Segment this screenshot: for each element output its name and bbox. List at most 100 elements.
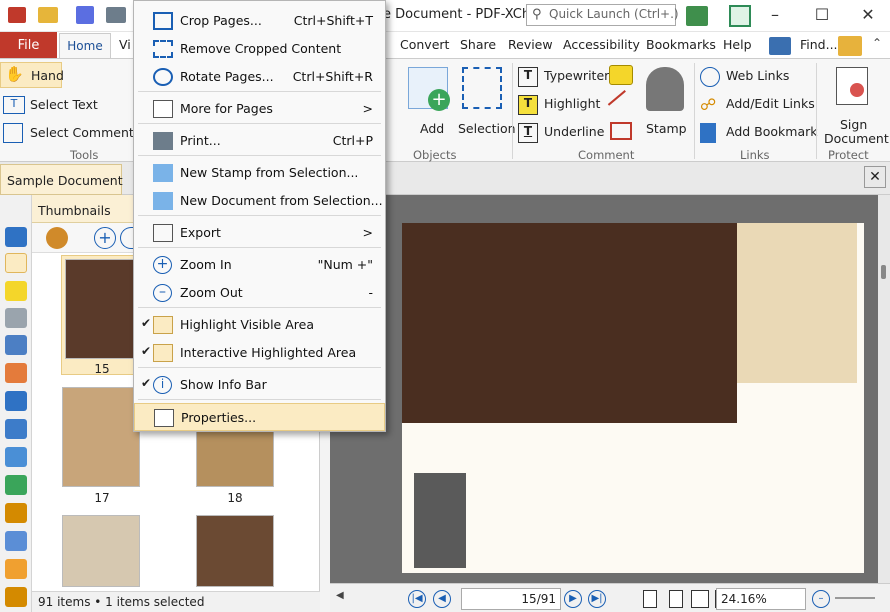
group-links: Links [740, 148, 770, 162]
content-panel-icon[interactable] [5, 419, 27, 439]
close-document-button[interactable]: ✕ [864, 166, 886, 188]
checkmark-icon: ✔ [141, 376, 152, 390]
fullscreen-icon[interactable] [729, 5, 751, 27]
crop-icon [153, 12, 173, 30]
group-comment: Comment [578, 148, 635, 162]
minimize-button[interactable]: – [752, 0, 798, 30]
menu-highlight-visible-area[interactable]: ✔ Highlight Visible Area [134, 311, 385, 339]
tab-share[interactable]: Share [452, 32, 504, 58]
tab-review[interactable]: Review [500, 32, 561, 58]
stamp-label: Stamp [646, 121, 687, 136]
add-button[interactable]: + Add [402, 65, 452, 145]
menu-label: Rotate Pages... [180, 69, 274, 84]
thumbnail-page-19[interactable] [62, 515, 140, 587]
tags-panel-icon[interactable] [5, 447, 27, 467]
next-page-button[interactable]: ▶ [564, 590, 582, 608]
menu-print[interactable]: Print... Ctrl+P [134, 127, 385, 155]
add-edit-links-button[interactable]: ☍ Add/Edit Links [698, 93, 815, 117]
layers-panel-icon[interactable] [5, 391, 27, 411]
thumbnail-page-20[interactable] [196, 515, 274, 587]
menu-shortcut: "Num +" [317, 257, 373, 272]
destinations-panel-icon[interactable] [5, 335, 27, 355]
gear-icon[interactable] [46, 227, 68, 249]
zoom-in-thumbs-button[interactable]: + [94, 227, 116, 249]
scrollbar-thumb[interactable] [881, 265, 886, 279]
menu-more-for-pages[interactable]: More for Pages > [134, 95, 385, 123]
menu-new-document[interactable]: New Document from Selection... [134, 187, 385, 215]
menu-interactive-highlighted-area[interactable]: ✔ Interactive Highlighted Area [134, 339, 385, 367]
zoom-slider[interactable] [835, 597, 875, 599]
attachments-panel-icon[interactable] [5, 308, 27, 328]
page-number-field[interactable]: 15/91 [461, 588, 561, 610]
single-page-icon[interactable] [643, 590, 657, 608]
tab-bookmarks[interactable]: Bookmarks [638, 32, 724, 58]
thumbnails-panel-icon[interactable] [5, 253, 27, 273]
select-comments-button[interactable]: Select Comments [0, 120, 140, 146]
signatures-panel-icon[interactable] [5, 363, 27, 383]
vertical-scrollbar[interactable] [878, 195, 890, 583]
add-label: Add [420, 121, 445, 136]
menu-new-stamp[interactable]: New Stamp from Selection... [134, 159, 385, 187]
layout-icon[interactable] [686, 6, 708, 26]
user-folder-icon[interactable] [838, 36, 862, 56]
zoom-out-button[interactable]: – [812, 590, 830, 608]
page-right [607, 223, 864, 573]
web-links-button[interactable]: Web Links [698, 65, 810, 89]
links-panel-icon[interactable] [5, 503, 27, 523]
globe-icon [700, 67, 720, 87]
quick-launch-search[interactable]: ⚲ Quick Launch (Ctrl+.) [526, 4, 679, 26]
thumbnail-page-17[interactable] [62, 387, 140, 487]
rectangle-icon[interactable] [610, 122, 632, 140]
first-page-button[interactable]: |◀ [408, 590, 426, 608]
menu-show-info-bar[interactable]: ✔ i Show Info Bar [134, 371, 385, 399]
thumbnail-page-15[interactable] [65, 259, 137, 359]
bookmarks-panel-icon[interactable] [5, 227, 27, 247]
properties-panel-icon[interactable] [5, 531, 27, 551]
continuous-icon[interactable] [669, 590, 683, 608]
sign-document-button[interactable]: Sign Document [818, 65, 889, 146]
menu-shortcut: Ctrl+Shift+T [293, 13, 373, 28]
print-icon[interactable] [106, 7, 126, 23]
menu-remove-cropped-content[interactable]: Remove Cropped Content [134, 35, 385, 63]
collapse-ribbon-icon[interactable]: ⌃ [872, 36, 882, 50]
tab-file[interactable]: File [0, 32, 57, 59]
selection-button[interactable]: Selection [456, 65, 516, 145]
menu-export[interactable]: Export > [134, 219, 385, 247]
close-button[interactable]: ✕ [845, 0, 890, 30]
stamp-button[interactable]: Stamp [640, 65, 690, 145]
save-icon[interactable] [76, 6, 94, 24]
hand-tool-button[interactable]: ✋ Hand [0, 62, 64, 88]
menu-properties[interactable]: Properties... [134, 403, 385, 431]
sticky-note-icon[interactable] [609, 65, 633, 85]
facing-icon[interactable] [691, 590, 709, 608]
document-label: Document [824, 131, 889, 146]
menu-rotate-pages[interactable]: Rotate Pages... Ctrl+Shift+R [134, 63, 385, 91]
comments-panel-icon[interactable] [5, 281, 27, 301]
search-placeholder: Quick Launch (Ctrl+.) [549, 7, 679, 21]
tab-convert[interactable]: Convert [392, 32, 457, 58]
menu-zoom-in[interactable]: + Zoom In "Num +" [134, 251, 385, 279]
seal-icon [850, 83, 864, 97]
order-panel-icon[interactable] [5, 559, 27, 579]
open-folder-icon[interactable] [38, 7, 58, 23]
output-panel-icon[interactable] [5, 587, 27, 607]
selection-icon [462, 67, 502, 109]
maximize-button[interactable]: ☐ [799, 0, 845, 30]
menu-crop-pages[interactable]: Crop Pages... Ctrl+Shift+T [134, 7, 385, 35]
zoom-select[interactable]: 24.16% [716, 588, 806, 610]
underline-icon: T [518, 123, 538, 143]
new-document-icon [153, 192, 173, 210]
tab-home[interactable]: Home [59, 33, 111, 59]
scroll-left-icon[interactable]: ◀ [336, 590, 344, 601]
document-tab[interactable]: Sample Document [0, 164, 123, 195]
tab-accessibility[interactable]: Accessibility [555, 32, 648, 58]
structure-panel-icon[interactable] [5, 475, 27, 495]
menu-zoom-out[interactable]: – Zoom Out - [134, 279, 385, 307]
group-protect: Protect [828, 148, 869, 162]
menu-separator [138, 367, 381, 368]
previous-page-button[interactable]: ◀ [433, 590, 451, 608]
last-page-button[interactable]: ▶| [588, 590, 606, 608]
add-bookmark-button[interactable]: Add Bookmark [698, 121, 818, 145]
tab-help[interactable]: Help [715, 32, 760, 58]
select-text-button[interactable]: T Select Text [0, 92, 130, 118]
